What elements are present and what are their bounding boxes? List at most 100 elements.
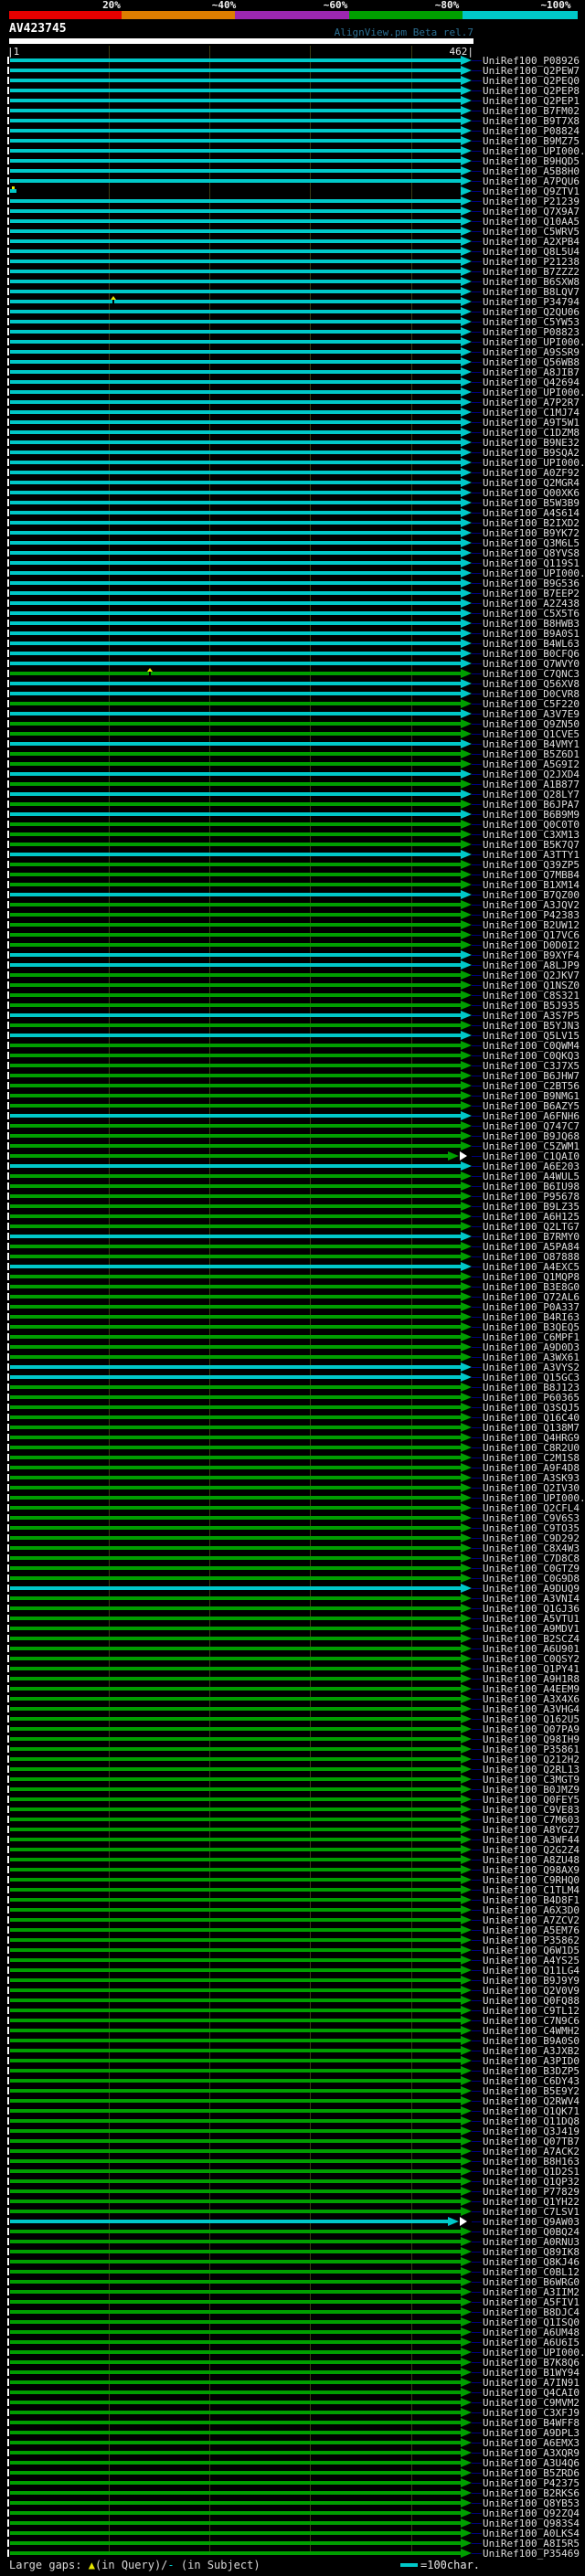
alignment-bar[interactable] (10, 1707, 461, 1711)
alignment-bar[interactable] (10, 2119, 461, 2123)
alignment-bar[interactable] (10, 370, 461, 374)
alignment-bar[interactable] (10, 531, 461, 535)
alignment-bar[interactable] (10, 2029, 461, 2032)
alignment-bar[interactable] (10, 832, 461, 836)
alignment-bar[interactable] (10, 99, 461, 102)
alignment-bar[interactable] (10, 1858, 461, 1861)
alignment-bar[interactable] (10, 2330, 461, 2334)
alignment-bar[interactable] (10, 843, 461, 846)
alignment-bar[interactable] (10, 1757, 461, 1761)
alignment-bar[interactable] (10, 822, 461, 826)
alignment-bar[interactable] (10, 239, 461, 243)
alignment-bar[interactable] (10, 169, 461, 173)
alignment-bar[interactable] (10, 2521, 461, 2525)
alignment-bar[interactable] (10, 2340, 461, 2344)
alignment-bar[interactable] (10, 501, 461, 504)
alignment-bar[interactable] (10, 682, 461, 685)
alignment-bar[interactable] (10, 511, 461, 514)
subject-id-label[interactable]: UniRef100_P35469 (483, 2549, 580, 2559)
alignment-bar[interactable] (10, 380, 461, 384)
alignment-bar[interactable] (10, 1476, 461, 1479)
alignment-bar[interactable] (10, 2531, 461, 2535)
alignment-bar[interactable] (10, 2019, 461, 2022)
alignment-bar[interactable] (10, 2210, 461, 2213)
alignment-bar[interactable] (10, 1727, 461, 1731)
alignment-bar[interactable] (10, 360, 461, 364)
alignment-bar[interactable] (10, 1144, 461, 1148)
alignment-bar[interactable] (10, 702, 461, 705)
alignment-bar[interactable] (10, 1235, 461, 1238)
alignment-bar[interactable] (10, 1114, 461, 1118)
alignment-bar[interactable] (10, 451, 461, 454)
alignment-bar[interactable] (10, 641, 461, 645)
alignment-bar[interactable] (10, 1375, 461, 1379)
alignment-bar[interactable] (10, 2541, 461, 2545)
alignment-bar[interactable] (10, 1918, 461, 1922)
alignment-bar[interactable] (10, 300, 461, 303)
alignment-bar[interactable] (10, 280, 461, 283)
alignment-bar[interactable] (10, 2451, 461, 2454)
alignment-bar[interactable] (10, 1255, 461, 1258)
alignment-bar[interactable] (10, 1275, 461, 1278)
alignment-bar[interactable] (10, 2310, 461, 2314)
alignment-bar[interactable] (10, 621, 461, 625)
alignment-bar[interactable] (10, 2280, 461, 2284)
alignment-bar[interactable] (10, 1617, 461, 1620)
alignment-bar[interactable] (10, 1023, 461, 1027)
alignment-bar[interactable] (10, 58, 461, 62)
alignment-bar[interactable] (10, 1747, 461, 1751)
alignment-bar[interactable] (10, 139, 461, 143)
alignment-bar[interactable] (10, 2511, 461, 2515)
alignment-bar[interactable] (10, 2159, 461, 2163)
alignment-bar[interactable] (10, 79, 461, 82)
alignment-bar[interactable] (10, 2411, 461, 2414)
alignment-bar[interactable] (10, 430, 461, 434)
alignment-bar[interactable] (10, 2109, 461, 2113)
alignment-bar[interactable] (10, 2471, 461, 2475)
alignment-bar[interactable] (10, 1928, 461, 1932)
alignment-bar[interactable] (10, 1978, 461, 1982)
alignment-bar[interactable] (10, 2179, 461, 2183)
alignment-bar[interactable] (10, 1988, 461, 1992)
alignment-bar[interactable] (10, 2461, 461, 2465)
alignment-bar[interactable] (10, 2169, 461, 2173)
alignment-bar[interactable] (10, 1194, 461, 1198)
alignment-bar[interactable] (10, 1084, 461, 1087)
alignment-bar[interactable] (10, 953, 461, 957)
alignment-bar[interactable] (10, 712, 461, 716)
alignment-bar[interactable] (10, 973, 461, 977)
alignment-bar[interactable] (10, 1536, 461, 1540)
alignment-bar[interactable] (10, 1094, 461, 1097)
alignment-bar[interactable] (10, 1818, 461, 1821)
alignment-bar[interactable] (10, 1526, 461, 1530)
alignment-bar[interactable] (10, 440, 461, 444)
alignment-bar[interactable] (10, 2350, 461, 2354)
alignment-bar[interactable] (10, 2240, 461, 2243)
alignment-bar[interactable] (10, 1003, 461, 1007)
alignment-bar[interactable] (10, 581, 461, 585)
alignment-bar[interactable] (10, 2069, 461, 2072)
alignment-bar[interactable] (10, 692, 461, 695)
alignment-bar[interactable] (10, 1787, 461, 1791)
alignment-bar[interactable] (10, 1486, 461, 1489)
alignment-bar[interactable] (10, 1998, 461, 2002)
alignment-bar[interactable] (10, 2300, 461, 2304)
alignment-bar[interactable] (10, 471, 461, 474)
alignment-bar[interactable] (10, 2149, 461, 2153)
alignment-bar[interactable] (10, 229, 461, 233)
alignment-bar[interactable] (10, 109, 461, 112)
alignment-bar[interactable] (10, 1516, 461, 1520)
alignment-bar[interactable] (10, 199, 461, 203)
alignment-bar[interactable] (10, 2360, 461, 2364)
alignment-bar[interactable] (10, 1948, 461, 1952)
alignment-bar[interactable] (10, 1345, 461, 1349)
alignment-bar[interactable] (10, 1295, 461, 1299)
alignment-bar[interactable] (10, 792, 461, 796)
alignment-bar[interactable] (10, 1968, 461, 1972)
alignment-bar[interactable] (10, 2290, 461, 2294)
alignment-bar[interactable] (10, 1596, 461, 1600)
alignment-bar[interactable] (10, 1697, 461, 1701)
alignment-bar[interactable] (10, 2320, 461, 2324)
alignment-bar[interactable] (10, 1054, 461, 1057)
alignment-bar[interactable] (10, 2441, 461, 2444)
